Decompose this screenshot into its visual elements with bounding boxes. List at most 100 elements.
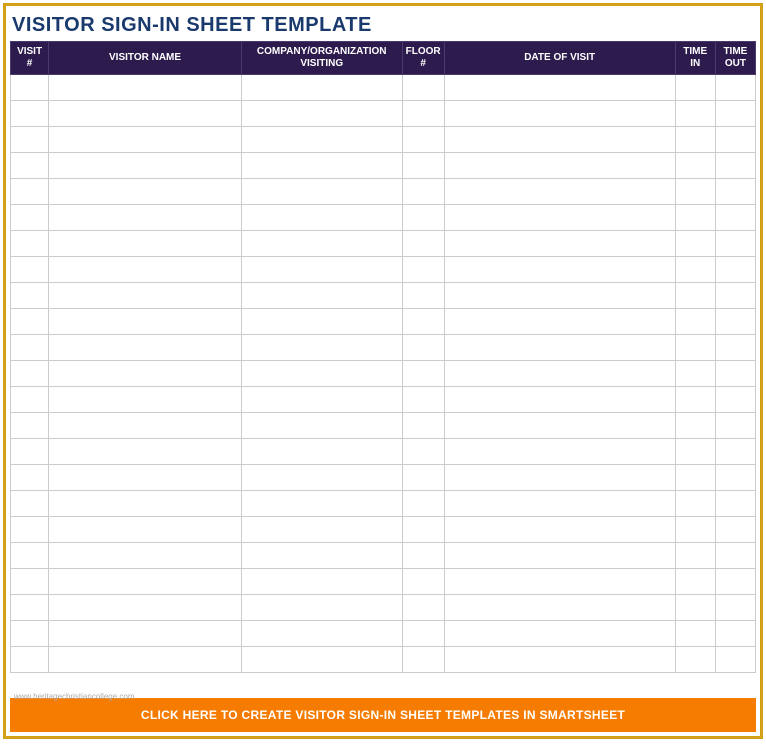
cell-date[interactable] [444,413,675,439]
cell-floor[interactable] [402,179,444,205]
cell-floor[interactable] [402,491,444,517]
cell-timein[interactable] [675,283,715,309]
cell-visit[interactable] [11,387,49,413]
cell-timein[interactable] [675,335,715,361]
cell-timeout[interactable] [715,595,755,621]
cell-floor[interactable] [402,517,444,543]
cell-name[interactable] [49,257,242,283]
cell-date[interactable] [444,569,675,595]
cell-date[interactable] [444,231,675,257]
cell-timeout[interactable] [715,647,755,673]
cell-timeout[interactable] [715,361,755,387]
cell-floor[interactable] [402,257,444,283]
cell-visit[interactable] [11,153,49,179]
cell-visit[interactable] [11,569,49,595]
cell-floor[interactable] [402,595,444,621]
cell-visit[interactable] [11,179,49,205]
cell-timein[interactable] [675,205,715,231]
cell-company[interactable] [241,127,402,153]
cell-floor[interactable] [402,413,444,439]
cell-timein[interactable] [675,153,715,179]
cell-timeout[interactable] [715,101,755,127]
cell-name[interactable] [49,179,242,205]
cell-company[interactable] [241,439,402,465]
cell-date[interactable] [444,127,675,153]
cell-visit[interactable] [11,75,49,101]
cell-timeout[interactable] [715,283,755,309]
cell-company[interactable] [241,361,402,387]
cell-timein[interactable] [675,569,715,595]
cell-floor[interactable] [402,647,444,673]
cell-name[interactable] [49,361,242,387]
cell-timeout[interactable] [715,543,755,569]
cell-company[interactable] [241,543,402,569]
cell-visit[interactable] [11,309,49,335]
cell-company[interactable] [241,465,402,491]
cell-timeout[interactable] [715,335,755,361]
cell-timein[interactable] [675,413,715,439]
cell-timeout[interactable] [715,439,755,465]
cell-visit[interactable] [11,231,49,257]
cell-floor[interactable] [402,335,444,361]
cell-name[interactable] [49,205,242,231]
cell-timeout[interactable] [715,75,755,101]
cell-timein[interactable] [675,101,715,127]
cell-company[interactable] [241,101,402,127]
cell-company[interactable] [241,517,402,543]
cell-timein[interactable] [675,621,715,647]
cell-floor[interactable] [402,543,444,569]
cell-timein[interactable] [675,361,715,387]
cell-timeout[interactable] [715,491,755,517]
cell-floor[interactable] [402,387,444,413]
cell-company[interactable] [241,231,402,257]
cell-timein[interactable] [675,595,715,621]
cell-date[interactable] [444,595,675,621]
cell-visit[interactable] [11,491,49,517]
cell-date[interactable] [444,335,675,361]
cell-floor[interactable] [402,621,444,647]
cell-name[interactable] [49,465,242,491]
cell-timeout[interactable] [715,387,755,413]
cell-name[interactable] [49,231,242,257]
cell-visit[interactable] [11,205,49,231]
cell-date[interactable] [444,361,675,387]
cell-date[interactable] [444,491,675,517]
cell-visit[interactable] [11,543,49,569]
cell-visit[interactable] [11,101,49,127]
cell-company[interactable] [241,621,402,647]
cell-name[interactable] [49,75,242,101]
cell-date[interactable] [444,179,675,205]
cell-floor[interactable] [402,439,444,465]
cell-visit[interactable] [11,647,49,673]
cell-timeout[interactable] [715,621,755,647]
cell-timeout[interactable] [715,517,755,543]
cell-name[interactable] [49,283,242,309]
cell-timein[interactable] [675,647,715,673]
cell-visit[interactable] [11,621,49,647]
cell-name[interactable] [49,309,242,335]
cell-name[interactable] [49,413,242,439]
cell-company[interactable] [241,309,402,335]
cell-timein[interactable] [675,439,715,465]
cell-date[interactable] [444,257,675,283]
cell-company[interactable] [241,257,402,283]
cell-date[interactable] [444,439,675,465]
cell-timein[interactable] [675,231,715,257]
cell-timeout[interactable] [715,309,755,335]
cell-date[interactable] [444,621,675,647]
cell-floor[interactable] [402,569,444,595]
cell-date[interactable] [444,153,675,179]
cell-date[interactable] [444,75,675,101]
cell-date[interactable] [444,465,675,491]
cell-floor[interactable] [402,205,444,231]
cell-timeout[interactable] [715,257,755,283]
cell-floor[interactable] [402,75,444,101]
cell-name[interactable] [49,569,242,595]
cell-visit[interactable] [11,413,49,439]
cell-company[interactable] [241,153,402,179]
cell-name[interactable] [49,153,242,179]
cell-visit[interactable] [11,335,49,361]
cell-date[interactable] [444,647,675,673]
cell-date[interactable] [444,517,675,543]
cell-name[interactable] [49,127,242,153]
